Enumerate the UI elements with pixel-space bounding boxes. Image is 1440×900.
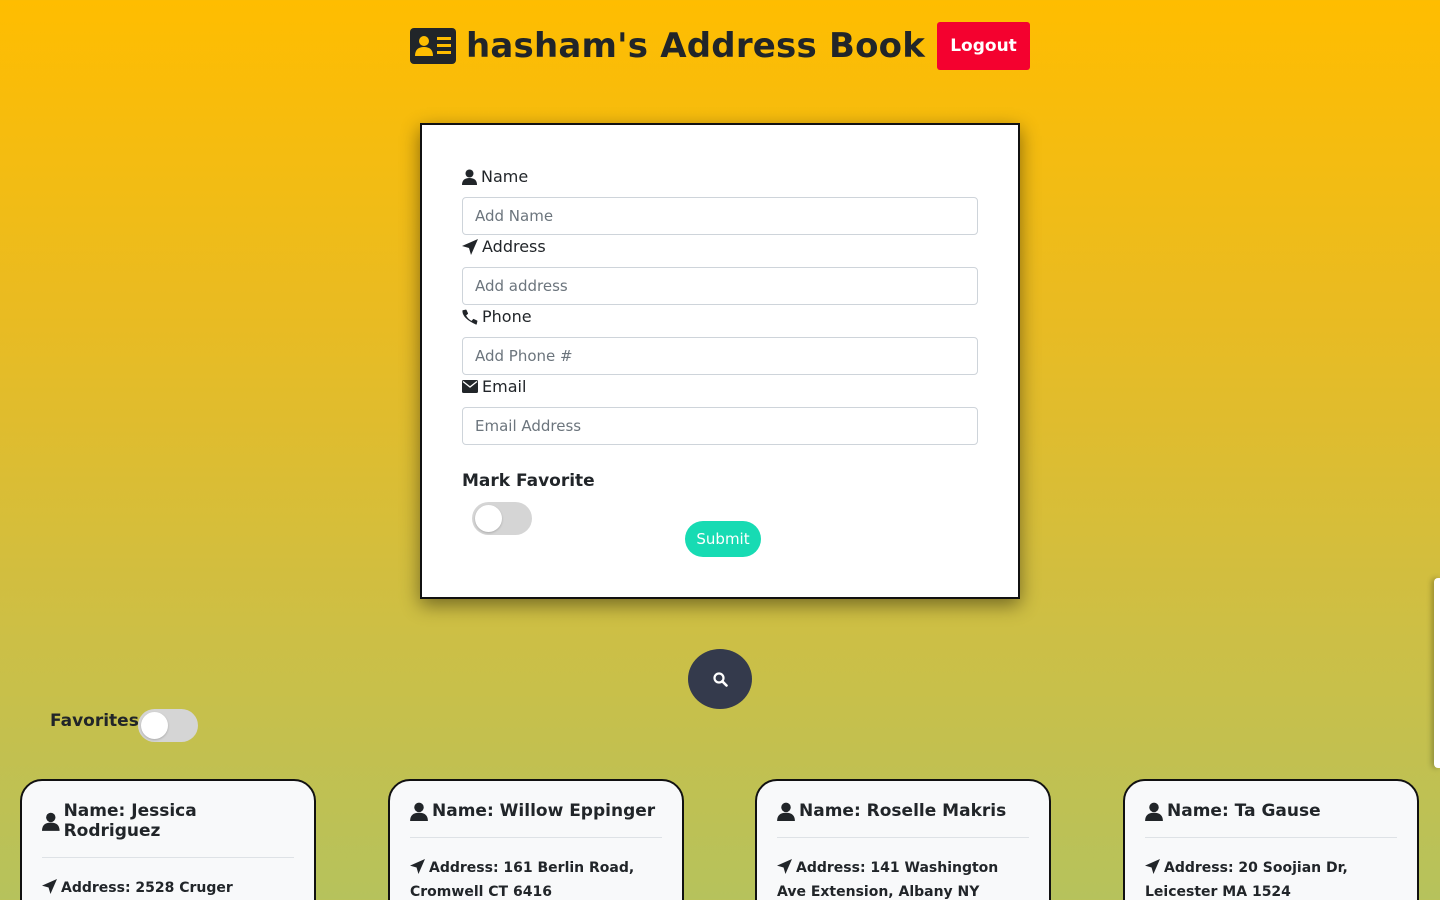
email-label-text: Email (482, 377, 527, 396)
contact-card[interactable]: Name: Ta Gause Address: 20 Soojian Dr, L… (1123, 779, 1419, 900)
contact-address-text: Address: 2528 Cruger Avenue Bronx, NY, 1… (61, 880, 233, 896)
user-icon (777, 802, 795, 821)
header: hasham's Address Book Logout (0, 22, 1440, 70)
phone-icon (462, 309, 478, 325)
submit-button[interactable]: Submit (685, 521, 761, 557)
contact-address: Address: 20 Soojian Dr, Leicester MA 152… (1145, 856, 1397, 900)
contact-card[interactable]: Name: Roselle Makris Address: 141 Washin… (755, 779, 1051, 900)
user-icon (462, 169, 477, 185)
mark-favorite-toggle[interactable] (472, 502, 532, 535)
contact-address: Address: 2528 Cruger Avenue Bronx, NY, 1… (42, 876, 294, 900)
contact-name: Name: Jessica Rodriguez (42, 801, 294, 858)
name-label: Name (462, 167, 528, 186)
name-label-text: Name (481, 167, 529, 186)
contact-address-text: Address: 20 Soojian Dr, Leicester MA 152… (1145, 860, 1348, 900)
phone-input[interactable] (462, 337, 978, 375)
location-arrow-icon (777, 859, 792, 874)
location-arrow-icon (462, 238, 478, 255)
contact-name-text: Name: Jessica Rodriguez (63, 801, 197, 841)
favorites-filter-label: Favorites (50, 711, 139, 731)
contact-address: Address: 161 Berlin Road, Cromwell CT 64… (410, 856, 662, 900)
search-icon (712, 671, 728, 687)
mark-favorite-label: Mark Favorite (462, 471, 595, 491)
location-arrow-icon (1145, 859, 1160, 874)
location-arrow-icon (42, 879, 57, 894)
address-card-icon (409, 28, 456, 64)
page-title: hasham's Address Book (465, 26, 926, 66)
email-label: Email (462, 377, 526, 396)
contact-name: Name: Willow Eppinger (410, 801, 662, 838)
title-wrap: hasham's Address Book (409, 26, 926, 66)
phone-label-text: Phone (482, 307, 532, 326)
contact-name-text: Name: Ta Gause (1167, 801, 1321, 821)
contact-name-text: Name: Roselle Makris (799, 801, 1007, 821)
favorites-filter-toggle[interactable] (138, 709, 198, 742)
phone-label: Phone (462, 307, 532, 326)
side-panel-edge[interactable] (1434, 578, 1440, 768)
contact-card[interactable]: Name: Willow Eppinger Address: 161 Berli… (388, 779, 684, 900)
envelope-icon (462, 380, 478, 393)
user-icon (1145, 802, 1163, 821)
contact-address-text: Address: 161 Berlin Road, Cromwell CT 64… (410, 860, 635, 900)
contact-address-text: Address: 141 Washington Ave Extension, A… (777, 860, 999, 900)
address-label: Address (462, 237, 546, 256)
logout-button[interactable]: Logout (937, 22, 1031, 70)
contact-address: Address: 141 Washington Ave Extension, A… (777, 856, 1029, 900)
search-button[interactable] (688, 649, 752, 709)
contact-name: Name: Ta Gause (1145, 801, 1397, 838)
location-arrow-icon (410, 859, 425, 874)
name-input[interactable] (462, 197, 978, 235)
user-icon (410, 802, 428, 821)
address-label-text: Address (482, 237, 546, 256)
email-input[interactable] (462, 407, 978, 445)
contact-card[interactable]: Name: Jessica Rodriguez Address: 2528 Cr… (20, 779, 316, 900)
user-icon (42, 812, 60, 831)
toggle-knob (475, 505, 502, 532)
contact-name: Name: Roselle Makris (777, 801, 1029, 838)
address-input[interactable] (462, 267, 978, 305)
contact-name-text: Name: Willow Eppinger (432, 801, 656, 821)
toggle-knob (141, 712, 168, 739)
add-contact-form: Name Address Phone Email Mark Favorite S… (420, 123, 1020, 599)
